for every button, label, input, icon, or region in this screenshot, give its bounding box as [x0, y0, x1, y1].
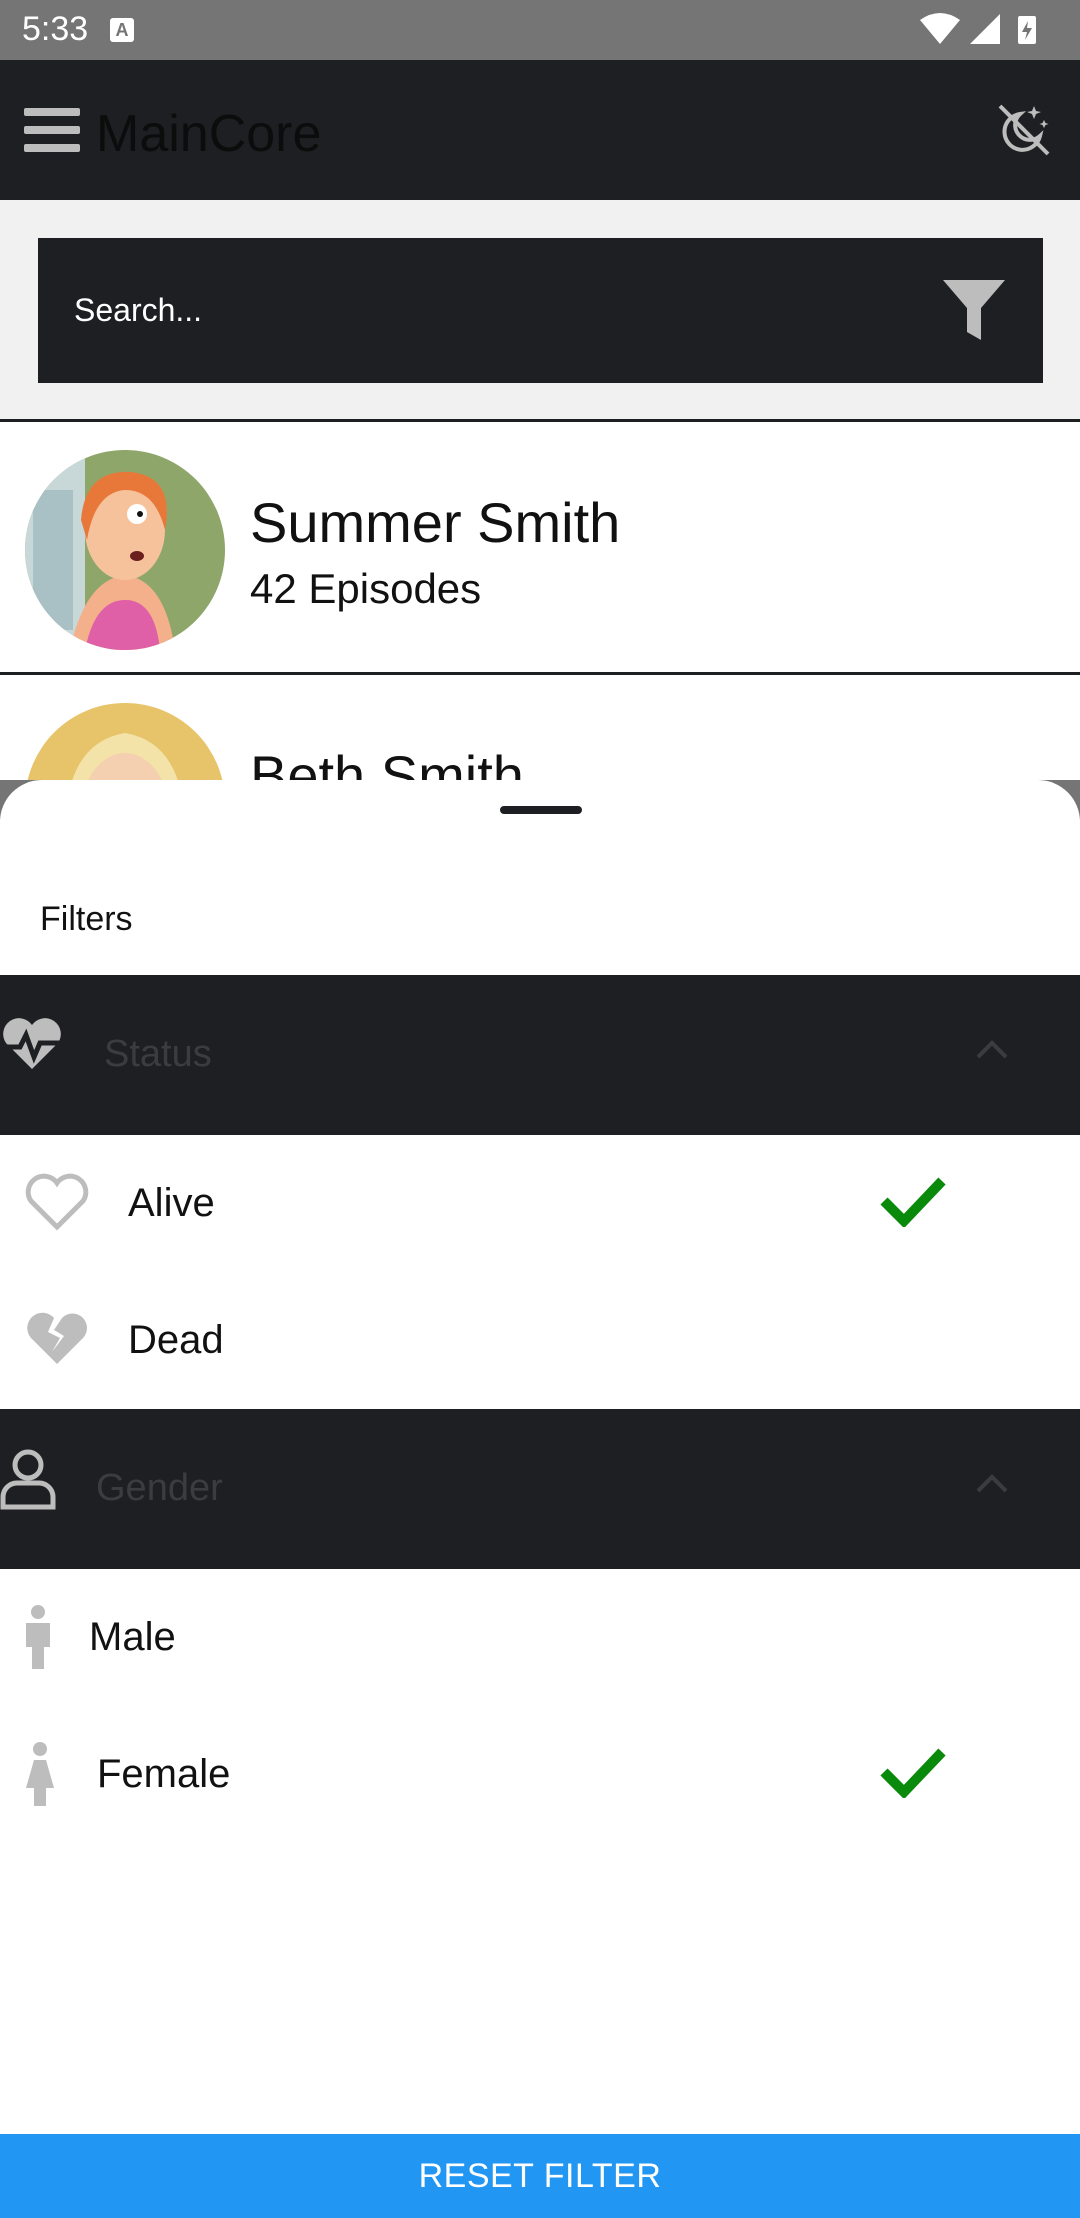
- gender-option-male[interactable]: Male: [0, 1569, 1080, 1706]
- character-episodes: 42 Episodes: [250, 565, 482, 612]
- gender-group-header[interactable]: Gender: [0, 1409, 1080, 1569]
- wifi-icon: [920, 13, 960, 44]
- status-option-alive[interactable]: Alive: [0, 1135, 1080, 1272]
- filter-bottom-sheet: Filters Status Alive Dead Gender Male Fe…: [0, 780, 1080, 2218]
- signal-icon: [970, 14, 1000, 44]
- search-area: [0, 200, 1080, 422]
- male-icon: [26, 1605, 50, 1669]
- status-time: 5:33: [22, 10, 89, 48]
- option-label: Alive: [128, 1181, 215, 1225]
- reset-filter-button[interactable]: RESET FILTER: [0, 2134, 1080, 2218]
- option-label: Dead: [128, 1318, 224, 1362]
- broken-heart-icon: [27, 1312, 87, 1364]
- menu-icon[interactable]: [24, 106, 80, 154]
- status-group-label: Status: [104, 1033, 212, 1075]
- app-bar: MainCore: [0, 60, 1080, 200]
- gender-group-label: Gender: [96, 1467, 223, 1509]
- heartbeat-icon: [2, 1018, 62, 1069]
- character-avatar: [25, 450, 225, 650]
- filter-icon[interactable]: [941, 276, 1007, 344]
- chevron-up-icon[interactable]: [974, 1037, 1010, 1061]
- search-input[interactable]: [74, 288, 874, 332]
- gender-option-female[interactable]: Female: [0, 1706, 1080, 1843]
- character-name: Summer Smith: [250, 491, 621, 554]
- check-icon: [880, 1177, 946, 1227]
- female-icon: [26, 1742, 54, 1806]
- search-bar: [38, 238, 1043, 383]
- status-group-header[interactable]: Status: [0, 975, 1080, 1135]
- option-label: Female: [97, 1752, 231, 1796]
- app-title: MainCore: [96, 105, 322, 163]
- filters-title: Filters: [40, 900, 133, 938]
- status-bar: 5:33 A: [0, 0, 1080, 60]
- check-icon: [880, 1748, 946, 1798]
- system-status-icons: [920, 13, 1036, 44]
- heart-outline-icon: [25, 1173, 89, 1231]
- notification-icon: A: [110, 18, 134, 42]
- person-icon: [0, 1449, 56, 1510]
- option-label: Male: [89, 1615, 176, 1659]
- theme-toggle-icon[interactable]: [994, 100, 1054, 160]
- drag-handle[interactable]: [500, 806, 582, 814]
- status-option-dead[interactable]: Dead: [0, 1272, 1080, 1409]
- chevron-up-icon[interactable]: [974, 1471, 1010, 1495]
- character-list-item[interactable]: Summer Smith 42 Episodes: [0, 425, 1080, 675]
